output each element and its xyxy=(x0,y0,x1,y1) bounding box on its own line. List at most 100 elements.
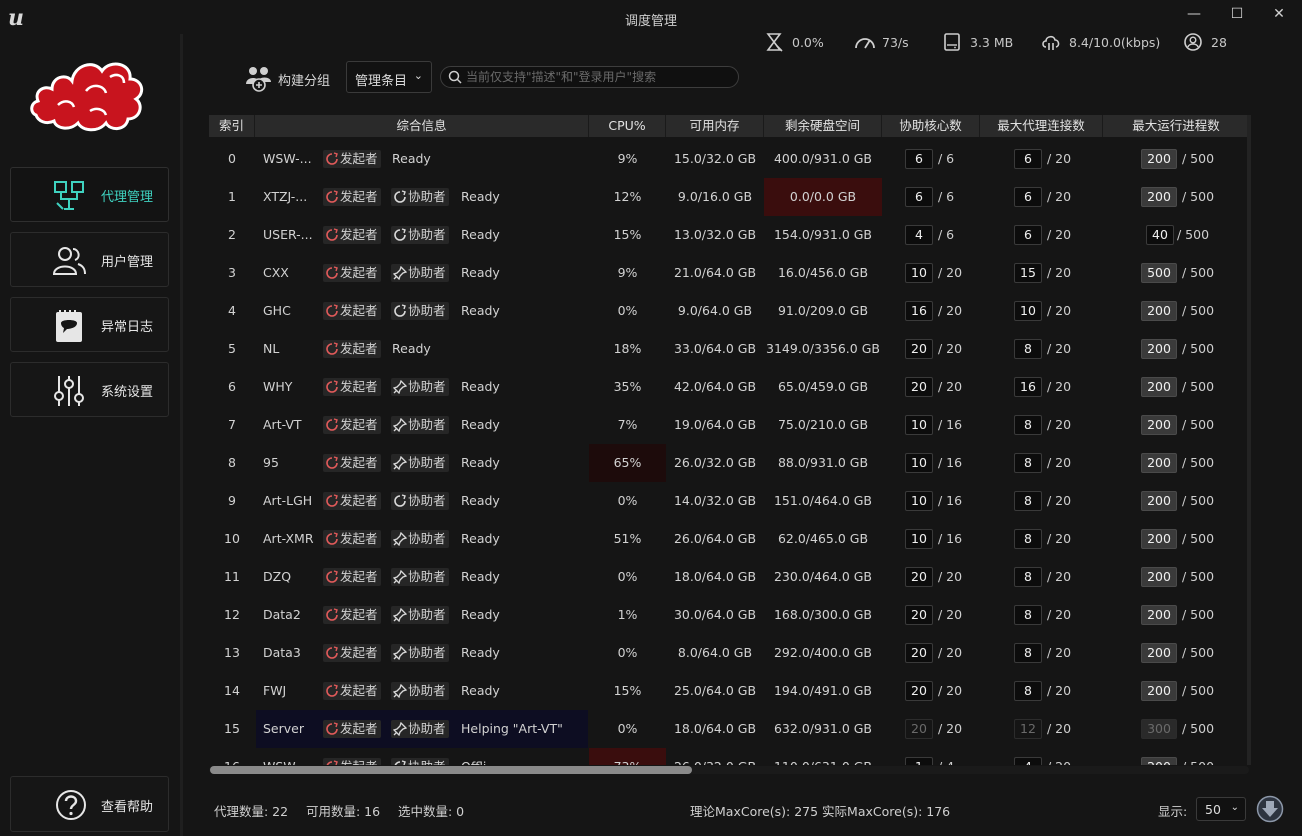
sidebar-item-system-settings[interactable]: 系统设置 xyxy=(10,362,169,417)
process-input[interactable]: 200 xyxy=(1141,377,1177,397)
connection-input[interactable]: 8 xyxy=(1014,643,1042,663)
table-row[interactable]: 8 95 发起者 协助者 Ready 65% 26.0/32.0 GB 88.0/931.0 … xyxy=(209,444,1249,482)
process-input[interactable]: 200 xyxy=(1141,187,1177,207)
connection-input[interactable]: 8 xyxy=(1014,529,1042,549)
table-row[interactable]: 2 USER-... 发起者 协助者 Ready 15% 13.0/32.0 GB 154.0… xyxy=(209,216,1249,254)
core-input[interactable]: 20 xyxy=(905,339,933,359)
page-size-select[interactable]: 50 ⌄ xyxy=(1196,797,1246,821)
core-input[interactable]: 16 xyxy=(905,301,933,321)
close-button[interactable]: ✕ xyxy=(1263,4,1295,24)
process-input[interactable]: 200 xyxy=(1141,567,1177,587)
sidebar-item-user-management[interactable]: 用户管理 xyxy=(10,232,169,287)
core-input[interactable]: 6 xyxy=(905,187,933,207)
search-input[interactable] xyxy=(466,68,731,86)
help-button[interactable]: 查看帮助 xyxy=(10,776,169,832)
column-header-index[interactable]: 索引 xyxy=(209,115,255,137)
column-header-memory[interactable]: 可用内存 xyxy=(666,115,764,137)
process-input[interactable]: 40 xyxy=(1146,225,1174,245)
table-row[interactable]: 9 Art-LGH 发起者 协助者 Ready 0% 14.0/32.0 GB 151.0/4… xyxy=(209,482,1249,520)
core-input[interactable]: 20 xyxy=(905,681,933,701)
column-header-processes[interactable]: 最大运行进程数 xyxy=(1103,115,1249,137)
process-input[interactable]: 200 xyxy=(1141,643,1177,663)
connection-input[interactable]: 6 xyxy=(1014,149,1042,169)
table-row[interactable]: 4 GHC 发起者 协助者 Ready 0% 9.0/64.0 GB 91.0/209.0 G… xyxy=(209,292,1249,330)
scroll-to-bottom-button[interactable] xyxy=(1256,795,1284,823)
free-disk: 3149.0/3356.0 GB xyxy=(766,341,880,356)
sidebar-item-label: 系统设置 xyxy=(101,385,154,400)
connection-input[interactable]: 8 xyxy=(1014,605,1042,625)
process-input[interactable]: 200 xyxy=(1141,339,1177,359)
table-row[interactable]: 12 Data2 发起者 协助者 Ready 1% 30.0/64.0 GB 168.0/30… xyxy=(209,596,1249,634)
process-input[interactable]: 500 xyxy=(1141,263,1177,283)
table-row[interactable]: 14 FWJ 发起者 协助者 Ready 15% 25.0/64.0 GB 194.0/491… xyxy=(209,672,1249,710)
connection-input[interactable]: 8 xyxy=(1014,339,1042,359)
manage-items-select[interactable]: 管理条目 ⌄ xyxy=(346,61,432,93)
sidebar-item-error-log[interactable]: 异常日志 xyxy=(10,297,169,352)
minimize-button[interactable]: — xyxy=(1178,4,1210,24)
table-row[interactable]: 15 Server 发起者 协助者 Helping "Art-VT" 0% 18.0/64.… xyxy=(209,710,1249,748)
process-input[interactable]: 300 xyxy=(1141,719,1177,739)
connection-input[interactable]: 6 xyxy=(1014,225,1042,245)
process-input[interactable]: 200 xyxy=(1141,681,1177,701)
connection-input[interactable]: 4 xyxy=(1014,757,1042,765)
connection-input[interactable]: 8 xyxy=(1014,415,1042,435)
connection-input[interactable]: 12 xyxy=(1014,719,1042,739)
vertical-scrollbar[interactable] xyxy=(1247,115,1251,765)
agent-name: Server xyxy=(263,721,304,736)
column-header-info[interactable]: 综合信息 xyxy=(255,115,589,137)
table-row[interactable]: 3 CXX 发起者 协助者 Ready 9% 21.0/64.0 GB 16.0/456.0 … xyxy=(209,254,1249,292)
cpu-percent: 9% xyxy=(617,265,638,280)
process-input[interactable]: 200 xyxy=(1141,529,1177,549)
available-memory: 19.0/64.0 GB xyxy=(673,417,757,432)
table-row[interactable]: 13 Data3 发起者 协助者 Ready 0% 8.0/64.0 GB 292.0/400… xyxy=(209,634,1249,672)
table-row[interactable]: 7 Art-VT 发起者 协助者 Ready 7% 19.0/64.0 GB 75.0/210… xyxy=(209,406,1249,444)
connection-max: / 20 xyxy=(1047,569,1072,584)
process-input[interactable]: 200 xyxy=(1141,453,1177,473)
core-input[interactable]: 6 xyxy=(905,149,933,169)
connection-input[interactable]: 16 xyxy=(1014,377,1042,397)
sidebar-item-agent-management[interactable]: 代理管理 xyxy=(10,167,169,222)
process-input[interactable]: 200 xyxy=(1141,149,1177,169)
core-input[interactable]: 10 xyxy=(905,263,933,283)
initiator-tag-label: 发起者 xyxy=(340,151,378,166)
table-row[interactable]: 16WSW-...发起者协助者Offli...73%26.0/32.0 GB11… xyxy=(209,748,1249,765)
connection-input[interactable]: 15 xyxy=(1014,263,1042,283)
connection-input[interactable]: 8 xyxy=(1014,453,1042,473)
core-input[interactable]: 10 xyxy=(905,415,933,435)
core-input[interactable]: 1 xyxy=(905,757,933,765)
core-input[interactable]: 4 xyxy=(905,225,933,245)
table-row[interactable]: 11 DZQ 发起者 协助者 Ready 0% 18.0/64.0 GB 230.0/464.… xyxy=(209,558,1249,596)
build-group-button[interactable]: 构建分组 xyxy=(244,64,336,92)
table-row[interactable]: 10 Art-XMR 发起者 协助者 Ready 51% 26.0/64.0 GB 62.0/… xyxy=(209,520,1249,558)
process-input[interactable]: 200 xyxy=(1141,605,1177,625)
table-row[interactable]: 6 WHY 发起者 协助者 Ready 35% 42.0/64.0 GB 65.0/459.0… xyxy=(209,368,1249,406)
connection-input[interactable]: 8 xyxy=(1014,567,1042,587)
column-header-cpu[interactable]: CPU% xyxy=(589,115,666,137)
core-input[interactable]: 20 xyxy=(905,643,933,663)
core-input[interactable]: 20 xyxy=(905,567,933,587)
process-input[interactable]: 200 xyxy=(1141,757,1177,765)
process-input[interactable]: 200 xyxy=(1141,491,1177,511)
column-header-connections[interactable]: 最大代理连接数 xyxy=(980,115,1103,137)
core-input[interactable]: 20 xyxy=(905,719,933,739)
helper-tag-label: 协助者 xyxy=(408,265,446,280)
core-input[interactable]: 10 xyxy=(905,491,933,511)
core-input[interactable]: 10 xyxy=(905,529,933,549)
horizontal-scrollbar-thumb[interactable] xyxy=(210,766,692,774)
connection-input[interactable]: 10 xyxy=(1014,301,1042,321)
core-input[interactable]: 20 xyxy=(905,605,933,625)
core-input[interactable]: 10 xyxy=(905,453,933,473)
table-row[interactable]: 0 WSW-... 发起者 Ready 9% 15.0/32.0 GB 400.0/931.… xyxy=(209,140,1249,178)
table-row[interactable]: 5 NL 发起者 Ready 18% 33.0/64.0 GB 3149.0/3356.0 … xyxy=(209,330,1249,368)
process-input[interactable]: 200 xyxy=(1141,415,1177,435)
column-header-cores[interactable]: 协助核心数 xyxy=(882,115,980,137)
maximize-button[interactable]: ☐ xyxy=(1221,4,1253,24)
process-input[interactable]: 200 xyxy=(1141,301,1177,321)
connection-input[interactable]: 6 xyxy=(1014,187,1042,207)
connection-input[interactable]: 8 xyxy=(1014,681,1042,701)
column-header-disk[interactable]: 剩余硬盘空间 xyxy=(764,115,882,137)
cpu-stat: 0.0% xyxy=(764,33,834,52)
table-row[interactable]: 1 XTZJ-... 发起者 协助者 Ready 12% 9.0/16.0 GB 0.0/0.… xyxy=(209,178,1249,216)
connection-input[interactable]: 8 xyxy=(1014,491,1042,511)
core-input[interactable]: 20 xyxy=(905,377,933,397)
